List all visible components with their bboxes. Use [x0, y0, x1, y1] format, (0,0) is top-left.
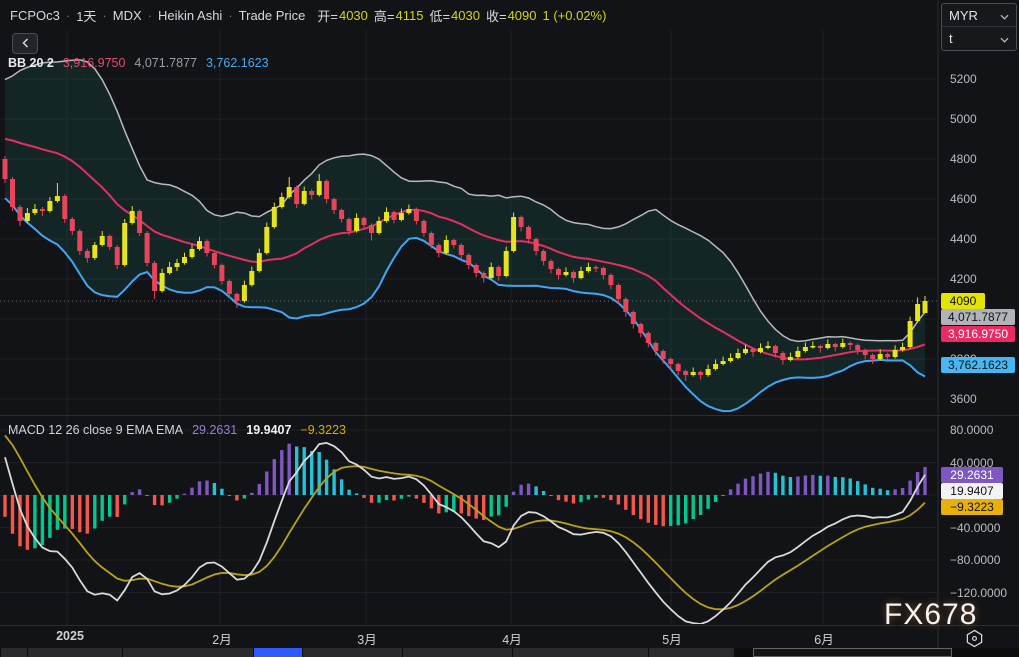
time-axis-label: 4月	[482, 629, 542, 648]
currency-dropdown[interactable]: MYR	[942, 4, 1016, 26]
strip-segment[interactable]	[648, 648, 734, 657]
macd-line-value: 19.9407	[246, 423, 291, 437]
price-badge: 4090	[941, 293, 985, 309]
macd-tick-label: 80.0000	[950, 423, 1016, 437]
strip-segment[interactable]	[27, 648, 122, 657]
back-button[interactable]	[12, 33, 38, 54]
open-label: 开=	[317, 6, 338, 25]
strip-segment[interactable]	[122, 648, 253, 657]
interval-label[interactable]: 1天	[76, 6, 96, 25]
watermark-text: FX678	[884, 598, 977, 632]
chevron-down-icon	[1000, 31, 1009, 46]
macd-tick-label: −40.0000	[950, 521, 1016, 535]
separator-dot: ·	[228, 8, 232, 23]
separator-dot: ·	[148, 8, 152, 23]
symbol-name[interactable]: FCPOc3	[10, 8, 60, 23]
price-badge: 3,916.9750	[941, 326, 1015, 342]
unit-dropdown[interactable]: t	[942, 26, 1016, 49]
time-axis-label: 5月	[642, 629, 702, 648]
high-value: 4115	[395, 8, 423, 23]
price-tick-label: 4800	[950, 152, 1016, 166]
macd-signal-value: −9.3223	[300, 423, 346, 437]
strip-right-box[interactable]	[753, 648, 952, 657]
currency-value: MYR	[949, 8, 978, 23]
macd-badge: 19.9407	[941, 483, 1003, 499]
low-value: 4030	[451, 8, 480, 23]
separator-dot: ·	[102, 8, 106, 23]
price-tick-label: 4400	[950, 232, 1016, 246]
strip-segment-active[interactable]	[253, 648, 302, 657]
chevron-left-icon	[22, 35, 29, 53]
bottom-strip	[0, 648, 1019, 657]
strip-segment[interactable]	[0, 648, 27, 657]
close-label: 收=	[486, 6, 507, 25]
bb-basis-value: 3,916.9750	[63, 56, 126, 70]
exchange-label: MDX	[113, 8, 142, 23]
time-axis-label: 3月	[337, 629, 397, 648]
price-type-label: Trade Price	[239, 8, 306, 23]
price-tick-label: 5000	[950, 112, 1016, 126]
change-value: 1 (+0.02%)	[542, 8, 606, 23]
price-badge: 3,762.1623	[941, 357, 1015, 373]
strip-segment[interactable]	[512, 648, 648, 657]
low-label: 低=	[429, 6, 450, 25]
price-badge: 4,071.7877	[941, 309, 1015, 325]
chart-style-label[interactable]: Heikin Ashi	[158, 8, 222, 23]
strip-segment[interactable]	[302, 648, 402, 657]
strip-segment[interactable]	[402, 648, 512, 657]
bb-upper-value: 4,071.7877	[134, 56, 197, 70]
open-value: 4030	[339, 8, 368, 23]
time-axis-label: 6月	[794, 629, 854, 648]
chart-canvas	[0, 0, 1019, 657]
macd-badge: 29.2631	[941, 467, 1003, 483]
chevron-down-icon	[1000, 8, 1009, 23]
price-tick-label: 4600	[950, 192, 1016, 206]
time-axis-label: 2025	[40, 629, 100, 643]
close-value: 4090	[508, 8, 537, 23]
unit-value: t	[949, 31, 953, 46]
price-tick-label: 3600	[950, 392, 1016, 406]
high-label: 高=	[374, 6, 395, 25]
price-tick-label: 5200	[950, 72, 1016, 86]
scale-settings-box: MYR t	[941, 3, 1017, 51]
trading-chart-app: FCPOc3 · 1天 · MDX · Heikin Ashi · Trade …	[0, 0, 1019, 657]
symbol-header: FCPOc3 · 1天 · MDX · Heikin Ashi · Trade …	[10, 6, 606, 24]
bb-indicator-row[interactable]: BB 20 2 3,916.9750 4,071.7877 3,762.1623	[8, 56, 269, 70]
bb-lower-value: 3,762.1623	[206, 56, 269, 70]
macd-hist-value: 29.2631	[192, 423, 237, 437]
bb-title: BB 20 2	[8, 56, 54, 70]
macd-indicator-row[interactable]: MACD 12 26 close 9 EMA EMA 29.2631 19.94…	[8, 423, 346, 437]
price-tick-label: 4200	[950, 272, 1016, 286]
time-axis-label: 2月	[192, 629, 252, 648]
macd-badge: −9.3223	[941, 499, 1003, 515]
macd-tick-label: −80.0000	[950, 553, 1016, 567]
macd-title: MACD 12 26 close 9 EMA EMA	[8, 423, 183, 437]
separator-dot: ·	[66, 8, 70, 23]
